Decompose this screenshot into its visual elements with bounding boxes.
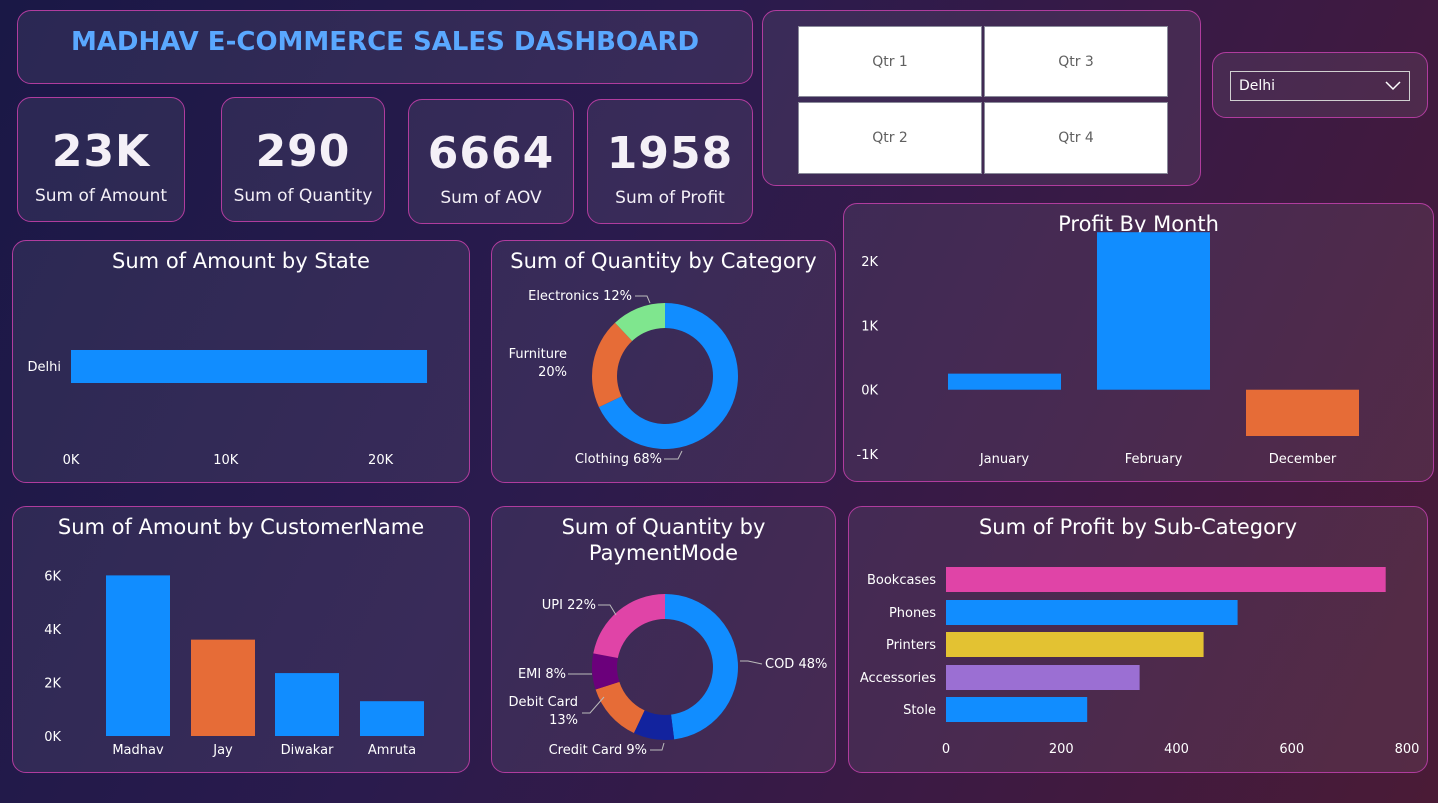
bar [71,350,428,383]
kpi-card-profit: 1958 Sum of Profit [587,99,753,224]
kpi-label: Sum of AOV [440,188,542,208]
leader-line [650,742,665,751]
leader-line [740,660,763,665]
kpi-label: Sum of Quantity [233,186,373,206]
slice-label: Electronics 12% [528,289,632,304]
slice-label: COD 48% [765,657,827,672]
kpi-value: 1958 [606,128,734,179]
bar [946,665,1140,690]
bar [946,567,1386,592]
bar [275,673,339,736]
tick-label: -1K [857,448,879,463]
quantity-by-paymentmode-card: Sum of Quantity by PaymentMode COD 48% Cr… [491,506,836,773]
qtr-1-button[interactable]: Qtr 1 [798,26,982,97]
amount-by-customer-card: Sum of Amount by CustomerName 6K 4K 2K 0K Ma… [12,506,470,773]
dashboard-title: MADHAV E-COMMERCE SALES DASHBOARD [70,27,700,57]
tick-label: 0K [63,453,80,468]
state-filter-card: Delhi [1212,52,1428,118]
category-label: Stole [903,703,936,718]
bar [1097,232,1210,390]
tick-label: 1K [861,319,878,334]
tick-label: 10K [213,453,239,468]
tick-label: 200 [1049,742,1074,757]
category-label: Phones [889,606,936,621]
slice-label: Clothing 68% [575,452,662,467]
quarter-slicer: Qtr 1 Qtr 3 Qtr 2 Qtr 4 [762,10,1201,186]
category-label: December [1269,452,1337,467]
category-label: Madhav [112,743,164,758]
tick-label: 2K [861,255,878,270]
tick-label: 4K [44,623,61,638]
leader-line [598,604,617,616]
chevron-down-icon [1385,81,1401,91]
profit-by-subcategory-card: Sum of Profit by Sub-Category Bookcases P… [848,506,1428,773]
leader-line [664,450,683,460]
category-label: Accessories [860,671,936,686]
slice [592,322,633,408]
qtr-4-button[interactable]: Qtr 4 [984,102,1168,174]
slice-label: Debit Card [508,695,578,710]
slice-label: EMI 8% [518,667,566,682]
title-card: MADHAV E-COMMERCE SALES DASHBOARD [17,10,753,84]
quantity-by-category-card: Sum of Quantity by Category Clothing 68%… [491,240,836,483]
bar [191,639,255,736]
leader-line [635,295,651,304]
category-label: January [979,452,1030,467]
qtr-3-button[interactable]: Qtr 3 [984,26,1168,97]
category-label: Delhi [28,360,61,375]
kpi-card-quantity: 290 Sum of Quantity [221,97,385,222]
category-label: Jay [212,743,233,758]
slice [665,594,739,740]
slice [593,594,665,659]
qtr-2-button[interactable]: Qtr 2 [798,102,982,174]
category-label: Diwakar [281,743,334,758]
kpi-value: 23K [51,126,151,177]
slice-label: Furniture [509,347,567,362]
tick-label: 20K [368,453,394,468]
bar [106,575,170,736]
bar [1246,389,1359,436]
tick-label: 0K [861,384,878,399]
amount-by-customer-chart: 6K 4K 2K 0K Madhav Jay Diwakar Amruta [44,569,424,758]
kpi-label: Sum of Amount [34,186,168,206]
bar [946,600,1238,625]
tick-label: 0 [942,742,950,757]
profit-by-month-chart: 2K 1K 0K -1K January February December [857,232,1359,467]
state-dropdown-value: Delhi [1239,78,1276,94]
kpi-card-amount: 23K Sum of Amount [17,97,185,222]
bar [946,697,1088,722]
tick-label: 400 [1164,742,1189,757]
tick-label: 800 [1395,742,1420,757]
kpi-value: 290 [255,126,351,177]
slice-label: 13% [549,713,578,728]
slice-label: 20% [538,365,567,380]
bar [360,701,424,736]
profit-by-subcategory-chart: Bookcases Phones Printers Accessories Stole 0… [860,567,1420,757]
slice-label: Credit Card 9% [549,743,647,758]
kpi-card-aov: 6664 Sum of AOV [408,99,574,224]
kpi-value: 6664 [427,128,555,179]
category-label: Amruta [368,743,416,758]
kpi-label: Sum of Profit [615,188,725,208]
category-label: Printers [886,638,936,653]
bar [948,373,1061,390]
slice [595,681,645,734]
bar [946,632,1204,657]
category-label: February [1125,452,1183,467]
profit-by-month-card: Profit By Month 2K 1K 0K -1K January February… [843,203,1434,482]
slice-label: UPI 22% [542,598,596,613]
state-dropdown[interactable]: Delhi [1230,71,1410,101]
quantity-by-paymentmode-chart: COD 48% Credit Card 9% Debit Card 13% EMI 8%… [508,594,827,758]
amount-by-state-card: Sum of Amount by State Delhi 0K 10K 20K [12,240,470,483]
tick-label: 600 [1279,742,1304,757]
amount-by-state-chart: Delhi 0K 10K 20K [28,350,428,468]
quantity-by-category-chart: Clothing 68% Furniture 20% Electronics 12% [509,289,738,467]
tick-label: 2K [44,676,61,691]
tick-label: 0K [44,730,61,745]
category-label: Bookcases [867,573,936,588]
tick-label: 6K [44,569,61,584]
